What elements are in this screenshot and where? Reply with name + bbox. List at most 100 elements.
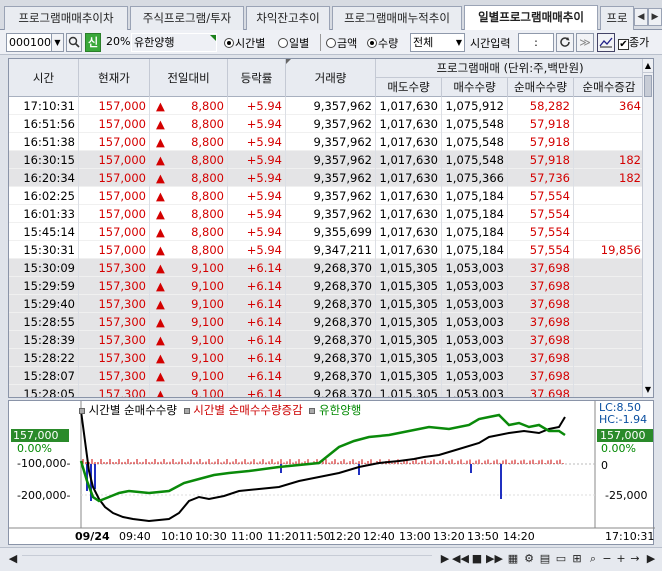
col-change[interactable]: 전일대비	[150, 59, 228, 97]
cell-sell: 1,015,305	[376, 349, 442, 367]
table-row[interactable]: 16:01:33 157,000 ▲ 8,800 +5.94 9,357,962 1,017…	[9, 205, 645, 223]
cell-change: ▲ 8,800	[150, 151, 228, 169]
fit-icon[interactable]: →	[628, 551, 642, 567]
table-row[interactable]: 16:51:38 157,000 ▲ 8,800 +5.94 9,357,962 1,017…	[9, 133, 645, 151]
tab-arbitrage-balance[interactable]: 차익잔고추이	[246, 6, 330, 30]
table-row[interactable]: 15:28:39 157,300 ▲ 9,100 +6.14 9,268,370 1,015…	[9, 331, 645, 349]
cell-change-value: 9,100	[191, 351, 224, 365]
col-buy[interactable]: 매수수량	[442, 78, 508, 97]
radio-time[interactable]: 시간별	[224, 35, 265, 51]
cell-time: 15:28:07	[9, 367, 79, 385]
grid-icon[interactable]: ▦	[506, 551, 520, 567]
cell-rate: +6.14	[228, 367, 286, 385]
vertical-scrollbar[interactable]: ▲ ▼	[642, 59, 653, 397]
close-price-checkbox[interactable]: ✔종가	[618, 34, 649, 50]
radio-amount-label: 금액	[337, 37, 358, 50]
cell-price: 157,000	[79, 97, 150, 115]
filter-select[interactable]: 전체 ▼	[410, 33, 465, 52]
radio-day-indicator	[278, 38, 288, 48]
radio-qty[interactable]: 수량	[367, 35, 398, 51]
right-price-value: 157,000	[597, 429, 653, 442]
col-volume[interactable]: 거래량	[286, 59, 376, 97]
table-row[interactable]: 15:30:31 157,000 ▲ 8,800 +5.94 9,347,211 1,017…	[9, 241, 645, 259]
table-row[interactable]: 15:45:14 157,000 ▲ 8,800 +5.94 9,355,699 1,017…	[9, 223, 645, 241]
crosshair-icon[interactable]: ⊞	[570, 551, 584, 567]
cell-change-value: 9,100	[191, 297, 224, 311]
table-row[interactable]: 15:28:07 157,300 ▲ 9,100 +6.14 9,268,370 1,015…	[9, 367, 645, 385]
cell-change-value: 8,800	[191, 171, 224, 185]
table-row[interactable]: 16:02:25 157,000 ▲ 8,800 +5.94 9,357,962 1,017…	[9, 187, 645, 205]
stop-icon[interactable]: ■	[470, 551, 484, 567]
table-row[interactable]: 15:30:09 157,300 ▲ 9,100 +6.14 9,268,370 1,015…	[9, 259, 645, 277]
col-sell[interactable]: 매도수량	[376, 78, 442, 97]
cell-buy: 1,075,184	[442, 187, 508, 205]
minus-icon[interactable]: −	[600, 551, 614, 567]
scroll-down-icon[interactable]: ▼	[643, 383, 653, 397]
cell-change-value: 8,800	[191, 189, 224, 203]
up-arrow-icon: ▲	[156, 117, 165, 131]
scroll-left-icon[interactable]: ◀	[6, 551, 20, 567]
table-row[interactable]: 15:29:40 157,300 ▲ 9,100 +6.14 9,268,370 1,015…	[9, 295, 645, 313]
tab-program-cumulative[interactable]: 프로그램매매누적추이	[332, 6, 462, 30]
layout-icon[interactable]: ▤	[538, 551, 552, 567]
cell-net: 58,282	[508, 97, 574, 115]
up-arrow-icon: ▲	[156, 171, 165, 185]
refresh-icon[interactable]	[556, 33, 574, 52]
chart-toggle-icon[interactable]	[597, 33, 615, 52]
fast-forward-icon[interactable]: ▶▶	[486, 551, 503, 567]
table-row[interactable]: 15:29:59 157,300 ▲ 9,100 +6.14 9,268,370 1,015…	[9, 277, 645, 295]
tab-stock-program-invest[interactable]: 주식프로그램/투자	[130, 6, 244, 30]
scroll-thumb[interactable]	[644, 75, 652, 97]
tab-prev-icon[interactable]: ◀	[634, 8, 648, 26]
table-row[interactable]: 16:51:56 157,000 ▲ 8,800 +5.94 9,357,962 1,017…	[9, 115, 645, 133]
col-price[interactable]: 현재가	[79, 59, 150, 97]
x-tick-label: 12:40	[363, 530, 395, 543]
cell-change-value: 9,100	[191, 387, 224, 398]
col-program-group: 프로그램매매 (단위:주,백만원)	[376, 59, 645, 78]
program-trade-chart[interactable]: 시간별 순매수수량 시간별 순매수수량증감 유한양행 157,000 0.00%…	[8, 400, 655, 545]
window-icon[interactable]: ▭	[554, 551, 568, 567]
col-net[interactable]: 순매수수량	[508, 78, 574, 97]
col-time[interactable]: 시간	[9, 59, 79, 97]
next-page-icon[interactable]: ≫	[576, 33, 594, 52]
cell-buy: 1,075,184	[442, 205, 508, 223]
scroll-right-icon[interactable]: ▶	[644, 551, 658, 567]
tab-next-icon[interactable]: ▶	[648, 8, 662, 26]
table-row[interactable]: 17:10:31 157,000 ▲ 8,800 +5.94 9,357,962 1,017…	[9, 97, 645, 115]
table-row[interactable]: 16:20:34 157,000 ▲ 8,800 +5.94 9,357,962 1,017…	[9, 169, 645, 187]
cell-sell: 1,017,630	[376, 241, 442, 259]
table-row[interactable]: 15:28:22 157,300 ▲ 9,100 +6.14 9,268,370 1,015…	[9, 349, 645, 367]
chevron-down-icon: ▼	[455, 38, 462, 47]
tab-daily-program[interactable]: 일별프로그램매매추이	[464, 5, 598, 30]
cell-rate: +6.14	[228, 295, 286, 313]
cell-net-change	[574, 115, 645, 133]
tab-program-trend-diff[interactable]: 프로그램매매추이차	[4, 6, 128, 30]
radio-time-indicator	[224, 38, 234, 48]
stock-code-input[interactable]: 000100	[6, 33, 52, 52]
cell-volume: 9,357,962	[286, 115, 376, 133]
scroll-up-icon[interactable]: ▲	[643, 59, 653, 73]
cell-sell: 1,017,630	[376, 205, 442, 223]
plus-icon[interactable]: +	[614, 551, 628, 567]
col-net-change[interactable]: 순매수증감	[574, 78, 645, 97]
cell-volume: 9,357,962	[286, 133, 376, 151]
rewind-icon[interactable]: ◀◀	[452, 551, 469, 567]
horizontal-scrollbar-track[interactable]	[22, 555, 432, 564]
chevron-down-icon[interactable]: ▼	[51, 33, 64, 52]
time-input-field[interactable]: :	[518, 33, 554, 52]
zoom-icon[interactable]: ⌕	[586, 551, 600, 567]
col-rate[interactable]: 등락률	[228, 59, 286, 97]
radio-amount[interactable]: 금액	[326, 35, 357, 51]
table-row[interactable]: 15:28:05 157,300 ▲ 9,100 +6.14 9,268,370 1,015…	[9, 385, 645, 398]
settings-icon[interactable]: ⚙	[522, 551, 536, 567]
play-icon[interactable]: ▶	[438, 551, 452, 567]
cell-net-change	[574, 295, 645, 313]
table-row[interactable]: 16:30:15 157,000 ▲ 8,800 +5.94 9,357,962 1,017…	[9, 151, 645, 169]
search-icon[interactable]	[66, 33, 82, 52]
cell-sell: 1,017,630	[376, 133, 442, 151]
table-row[interactable]: 15:28:55 157,300 ▲ 9,100 +6.14 9,268,370 1,015…	[9, 313, 645, 331]
cell-time: 15:28:05	[9, 385, 79, 397]
radio-day[interactable]: 일별	[278, 35, 309, 51]
right-price-box: 157,000 0.00%	[597, 429, 653, 455]
tab-program-more[interactable]: 프로	[600, 6, 634, 30]
